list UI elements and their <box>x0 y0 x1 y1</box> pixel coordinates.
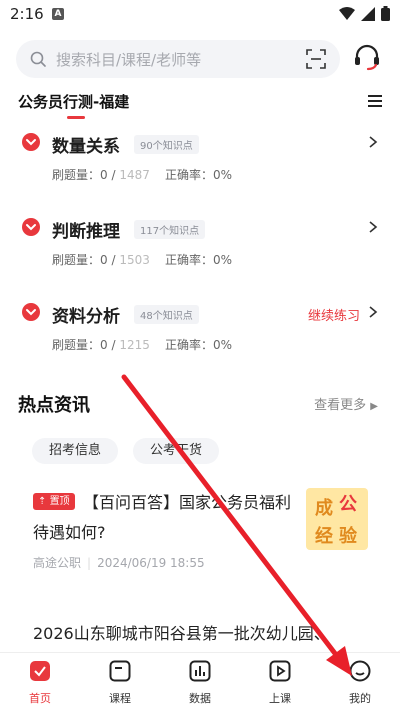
article-date: 2024/06/19 18:55 <box>97 556 205 570</box>
subject-underline <box>67 116 85 119</box>
thumb-char-3: 经 <box>315 526 333 547</box>
tab-home[interactable]: 首页 <box>10 660 70 706</box>
thumb-char-1: 成 <box>315 498 333 519</box>
module-name: 判断推理 <box>52 222 120 242</box>
practice-count: 刷题量：0 / 1487 <box>52 168 150 182</box>
module-quantity[interactable]: 数量关系 90个知识点 刷题量：0 / 1487 正确率：0% <box>0 132 400 202</box>
notification-a-icon: A <box>52 8 64 20</box>
see-more-link[interactable]: 查看更多 ▶ <box>314 394 378 413</box>
article-title: 【百问百答】国家公务员福利待遇如何? <box>33 493 292 542</box>
play-icon <box>269 660 291 682</box>
subject-title[interactable]: 公务员行测-福建 <box>18 91 129 112</box>
battery-icon <box>381 6 390 21</box>
tab-data[interactable]: 数据 <box>170 660 230 706</box>
menu-icon[interactable] <box>368 94 382 108</box>
tab-courses[interactable]: 课程 <box>90 660 150 706</box>
practice-done: 0 <box>100 338 108 352</box>
thumb-char-4: 验 <box>339 526 357 547</box>
tab-class[interactable]: 上课 <box>250 660 310 706</box>
chevron-down-icon[interactable] <box>22 218 40 236</box>
subject-bar: 公务员行测-福建 <box>0 86 400 122</box>
module-reasoning[interactable]: 判断推理 117个知识点 刷题量：0 / 1503 正确率：0% <box>0 217 400 287</box>
chevron-right-icon[interactable] <box>368 305 378 319</box>
module-name: 数量关系 <box>52 137 120 157</box>
chevron-down-icon[interactable] <box>22 303 40 321</box>
customer-service-icon[interactable] <box>352 42 382 72</box>
practice-count: 刷题量：0 / 1215 <box>52 338 150 352</box>
search-bar[interactable]: 搜索科目/课程/老师等 <box>16 40 340 78</box>
accuracy-rate: 正确率：0% <box>165 168 233 182</box>
chip-recruitment[interactable]: 招考信息 <box>32 438 119 464</box>
chart-icon <box>189 660 211 682</box>
wifi-icon <box>339 6 355 20</box>
practice-total: 1215 <box>119 338 150 352</box>
practice-count: 刷题量：0 / 1503 <box>52 253 150 267</box>
see-more-label: 查看更多 <box>314 398 367 413</box>
bottom-tab-bar: 首页 课程 数据 上课 我的 <box>0 652 400 712</box>
home-icon <box>30 661 50 681</box>
accuracy-rate: 正确率：0% <box>165 338 233 352</box>
chevron-right-icon[interactable] <box>368 220 378 234</box>
course-icon <box>109 660 131 682</box>
thumb-char-2: 公 <box>339 494 357 515</box>
status-time: 2:16 <box>10 5 44 23</box>
practice-label: 刷题量： <box>52 168 101 182</box>
search-placeholder: 搜索科目/课程/老师等 <box>56 51 202 69</box>
tab-label: 首页 <box>29 692 51 705</box>
module-name: 资料分析 <box>52 307 120 327</box>
tab-label: 数据 <box>189 692 211 705</box>
news-article-2-title[interactable]: 2026山东聊城市阳谷县第一批次幼儿园、 <box>33 620 373 644</box>
tab-me[interactable]: 我的 <box>330 660 390 706</box>
practice-done: 0 <box>100 253 108 267</box>
status-icons <box>339 6 390 21</box>
scan-icon[interactable] <box>306 49 326 69</box>
tab-label: 我的 <box>349 692 371 705</box>
article-thumbnail: 成 公 经 验 <box>306 488 368 550</box>
practice-label: 刷题量： <box>52 338 101 352</box>
signal-icon <box>361 6 375 21</box>
chevron-down-icon[interactable] <box>22 133 40 151</box>
module-data-analysis[interactable]: 资料分析 48个知识点 刷题量：0 / 1215 正确率：0% 继续练习 <box>0 302 400 372</box>
news-category-chips: 招考信息 公考干货 <box>32 438 220 464</box>
search-icon <box>30 51 46 67</box>
practice-done: 0 <box>100 168 108 182</box>
article-meta: 高途公职 | 2024/06/19 18:55 <box>33 556 205 570</box>
status-bar: 2:16 A <box>0 0 400 28</box>
news-article[interactable]: ⇡ 置顶 【百问百答】国家公务员福利待遇如何? 高途公职 | 2024/06/19 … <box>0 488 400 578</box>
tab-label: 课程 <box>109 692 131 705</box>
tab-label: 上课 <box>269 692 291 705</box>
profile-icon <box>349 660 371 682</box>
knowledge-count-badge: 48个知识点 <box>134 305 199 324</box>
chevron-right-icon[interactable] <box>368 135 378 149</box>
knowledge-count-badge: 90个知识点 <box>134 135 199 154</box>
practice-total: 1503 <box>119 253 150 267</box>
knowledge-count-badge: 117个知识点 <box>134 220 206 239</box>
triangle-right-icon: ▶ <box>370 401 378 412</box>
article-source: 高途公职 <box>33 556 82 570</box>
hot-news-title: 热点资讯 <box>18 395 90 416</box>
continue-practice-link[interactable]: 继续练习 <box>308 305 360 324</box>
chip-exam-tips[interactable]: 公考干货 <box>133 438 220 464</box>
practice-total: 1487 <box>119 168 150 182</box>
accuracy-rate: 正确率：0% <box>165 253 233 267</box>
practice-label: 刷题量： <box>52 253 101 267</box>
